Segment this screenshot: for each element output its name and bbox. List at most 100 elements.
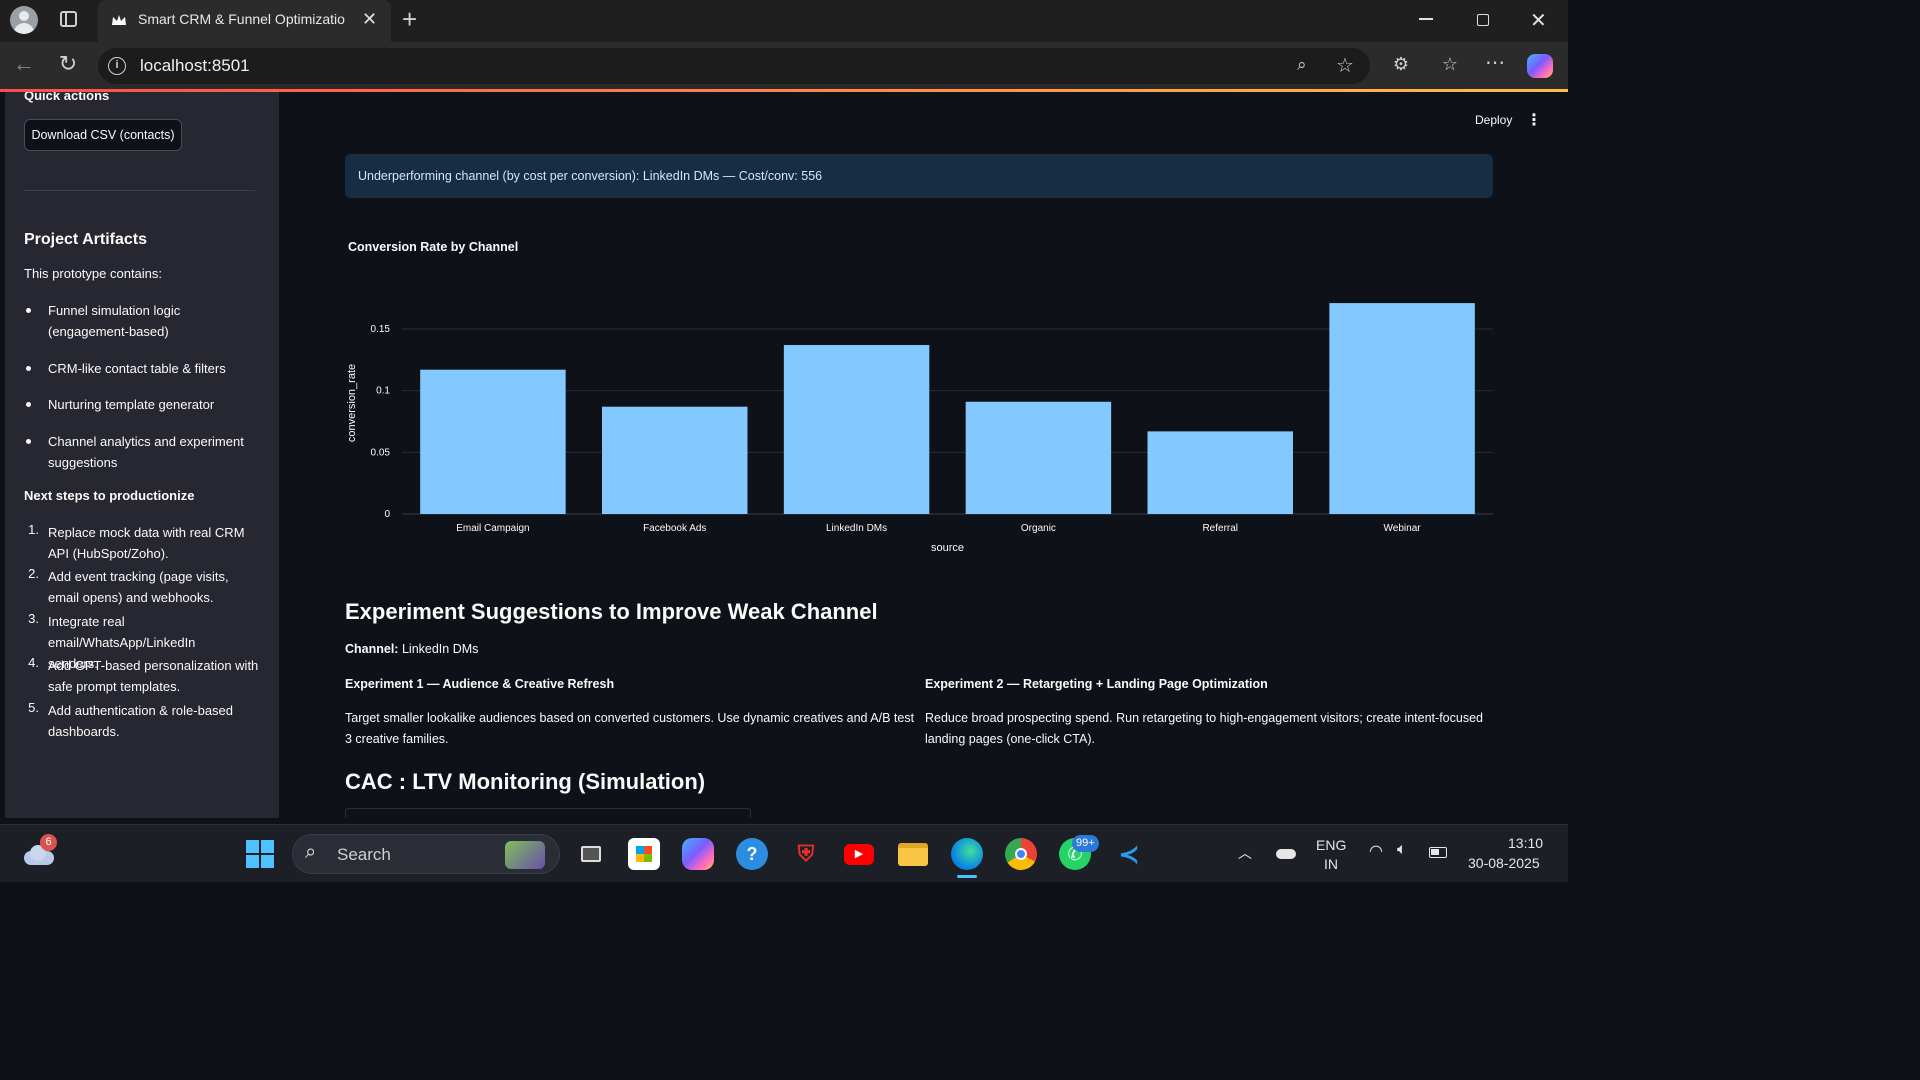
artifact-item: Funnel simulation logic (engagement-base… [48,303,181,339]
url-text[interactable]: localhost:8501 [140,56,250,76]
main-content: Deploy ⋮ Underperforming channel (by cos… [279,92,1562,818]
list-number: 4. [28,655,39,670]
cac-ltv-heading: CAC : LTV Monitoring (Simulation) [345,769,706,794]
next-step-item: Add authentication & role-based dashboar… [48,703,234,739]
experiment-2-title: Experiment 2 — Retargeting + Landing Pag… [925,677,1268,691]
artifacts-intro: This prototype contains: [24,266,163,281]
x-tick-label: Organic [1021,523,1056,534]
tab-actions-icon[interactable] [60,11,77,27]
battery-icon[interactable] [1429,847,1447,858]
table-header [345,808,751,818]
next-steps-title: Next steps to productionize [24,488,195,503]
weather-badge: 6 [40,834,57,851]
task-view-icon[interactable] [575,838,607,870]
chrome-icon[interactable] [1005,838,1037,870]
active-app-indicator [957,875,977,878]
y-tick-label: 0.1 [376,386,390,397]
y-tick-label: 0.05 [371,447,391,458]
bullet-icon [26,439,31,444]
artifact-item: CRM-like contact table & filters [48,361,226,376]
wifi-icon[interactable]: ◠ [1369,841,1383,861]
back-icon[interactable]: ← [12,53,36,78]
tab-title: Smart CRM & Funnel Optimizatio [138,11,345,27]
microsoft-store-icon[interactable] [628,838,660,870]
search-highlight-icon [505,841,545,869]
experiments-heading: Experiment Suggestions to Improve Weak C… [345,599,878,624]
taskbar-search[interactable]: ⌕ Search [292,834,560,874]
restore-icon[interactable] [1477,14,1489,26]
bar-facebook-ads [602,406,748,514]
onedrive-icon[interactable] [1276,849,1296,859]
experiment-2-body: Reduce broad prospecting spend. Run reta… [925,711,1483,746]
bullet-icon [26,308,31,313]
profile-avatar-icon[interactable] [10,6,38,34]
bookmark-star-icon[interactable]: ☆ [1336,53,1354,78]
bar-email-campaign [420,369,566,514]
browser-tab-bar: Smart CRM & Funnel Optimizatio ✕ + ✕ [0,0,1568,42]
address-bar[interactable]: i localhost:8501 ⌕ ☆ [98,48,1370,84]
site-info-icon[interactable]: i [108,57,126,75]
windows-taskbar: 6 ⌕ Search ? ⛨ ▶ ✆ 99+ ≺ ︿ ENG IN ◠ 🔈︎ 1… [0,824,1568,882]
language-line-1[interactable]: ENG [1316,837,1346,853]
y-tick-label: 0.15 [371,324,391,335]
quick-actions-label: Quick actions [24,92,110,103]
channel-line: Channel: LinkedIn DMs [345,639,478,660]
artifacts-title: Project Artifacts [24,231,147,248]
list-number: 1. [28,522,39,537]
x-tick-label: LinkedIn DMs [826,523,887,534]
list-number: 5. [28,700,39,715]
x-tick-label: Email Campaign [456,523,529,534]
tray-overflow-icon[interactable]: ︿ [1238,843,1252,863]
search-label: Search [337,845,391,864]
windows-start-icon[interactable] [246,840,274,868]
list-number: 2. [28,566,39,581]
bar-organic [965,401,1112,514]
download-csv-button[interactable]: Download CSV (contacts) [24,119,182,151]
bar-linkedin-dms [783,345,930,514]
next-step-item: Add GPT-based personalization with safe … [48,658,259,694]
copilot-app-icon[interactable] [682,838,714,870]
experiment-1-title: Experiment 1 — Audience & Creative Refre… [345,677,615,691]
more-tools-icon[interactable]: ⋯ [1483,53,1507,77]
help-icon[interactable]: ? [736,838,768,870]
volume-icon[interactable]: 🔈︎ [1397,841,1407,859]
x-axis-title: source [931,542,964,554]
tab-close-icon[interactable]: ✕ [362,9,377,30]
favorites-icon[interactable]: ☆ [1438,54,1462,78]
experiment-1-body: Target smaller lookalike audiences based… [345,711,915,746]
next-step-item: Replace mock data with real CRM API (Hub… [48,525,245,561]
conversion-rate-chart: 0 0.05 0.1 0.15 Email Campaign Facebook Ads Li… [346,303,1493,554]
y-axis-title: conversion_rate [346,364,358,442]
close-window-icon[interactable]: ✕ [1530,8,1547,33]
artifact-item: Channel analytics and experiment suggest… [48,434,244,470]
bar-webinar [1329,303,1475,514]
youtube-icon[interactable]: ▶ [843,838,875,870]
reload-icon[interactable]: ↻ [56,53,80,78]
browser-tab-active[interactable]: Smart CRM & Funnel Optimizatio ✕ [98,0,391,42]
mcafee-icon[interactable]: ⛨ [790,838,822,870]
bullet-icon [26,366,31,371]
x-tick-label: Webinar [1384,523,1422,534]
minimize-icon[interactable] [1419,18,1433,20]
bullet-icon [26,402,31,407]
search-icon: ⌕ [305,841,317,863]
clock-date[interactable]: 30-08-2025 [1468,855,1540,871]
list-number: 3. [28,611,39,626]
extensions-icon[interactable]: ⚙ [1389,54,1413,78]
clock-time[interactable]: 13:10 [1508,835,1543,851]
streamlit-crown-icon [110,12,128,30]
bar-referral [1147,431,1293,514]
whatsapp-badge: 99+ [1072,835,1099,852]
artifact-item: Nurturing template generator [48,397,215,412]
new-tab-icon[interactable]: + [402,4,417,35]
vscode-icon[interactable]: ≺ [1113,838,1145,870]
channel-value: LinkedIn DMs [401,642,479,656]
language-line-2[interactable]: IN [1324,856,1338,872]
zoom-icon[interactable]: ⌕ [1297,55,1307,75]
copilot-icon[interactable] [1527,54,1553,78]
file-explorer-icon[interactable] [897,838,929,870]
sidebar-divider [24,190,255,191]
x-tick-label: Referral [1202,523,1238,534]
edge-browser-icon[interactable] [951,838,983,870]
y-tick-label: 0 [384,509,390,520]
